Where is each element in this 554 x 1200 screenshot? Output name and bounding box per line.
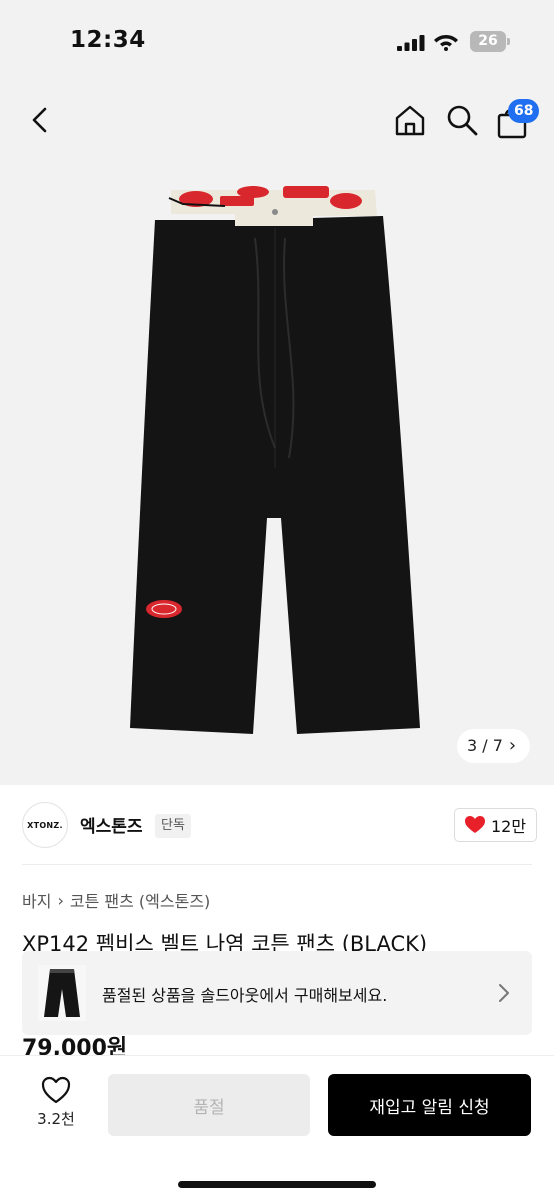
breadcrumb-separator-icon: › [57, 890, 64, 910]
heart-icon [465, 816, 485, 833]
battery-indicator: 26 [470, 31, 510, 52]
brand-logo-text: XTONZ. [27, 820, 63, 830]
product-gallery[interactable]: 68 3 / 7 › [0, 80, 554, 785]
breadcrumb-item-subcategory[interactable]: 코튼 팬츠 (엑스톤즈) [70, 888, 210, 912]
divider [22, 864, 532, 865]
brand-like-count: 12만 [491, 817, 527, 836]
status-bar: 12:34 26 [0, 0, 554, 80]
breadcrumb-item-category[interactable]: 바지 [22, 888, 51, 912]
soldout-banner[interactable]: 품절된 상품을 솔드아웃에서 구매해보세요. [22, 951, 532, 1035]
bottom-action-bar: 3.2천 품절 재입고 알림 신청 [0, 1055, 554, 1200]
cellular-signal-icon [397, 35, 425, 51]
home-indicator[interactable] [178, 1181, 376, 1188]
soldout-product-thumbnail [38, 965, 86, 1021]
wishlist-count: 3.2천 [37, 1110, 75, 1128]
chevron-right-icon: › [508, 735, 517, 756]
brand-name[interactable]: 엑스톤즈 [80, 812, 143, 837]
status-time: 12:34 [70, 27, 146, 53]
pager-text: 3 / 7 [467, 736, 503, 755]
wifi-icon [434, 35, 458, 51]
back-chevron-icon[interactable] [24, 104, 56, 136]
search-icon[interactable] [444, 102, 480, 138]
breadcrumb: 바지 › 코튼 팬츠 (엑스톤즈) [22, 888, 210, 912]
brand-logo[interactable]: XTONZ. [22, 802, 68, 848]
brand-like-button[interactable]: 12만 [454, 808, 538, 842]
cart-count-badge: 68 [508, 99, 540, 123]
wishlist-button[interactable]: 3.2천 [28, 1076, 84, 1136]
chevron-right-icon [499, 984, 509, 1002]
heart-outline-icon [41, 1076, 71, 1104]
restock-alert-button[interactable]: 재입고 알림 신청 [328, 1074, 531, 1136]
product-image [130, 186, 420, 734]
exclusive-badge: 단독 [155, 814, 191, 838]
soldout-button[interactable]: 품절 [108, 1074, 310, 1136]
soldout-banner-text: 품절된 상품을 솔드아웃에서 구매해보세요. [102, 986, 388, 1005]
battery-level: 26 [478, 33, 498, 49]
home-icon[interactable] [392, 102, 428, 138]
image-pager[interactable]: 3 / 7 › [457, 729, 531, 763]
brand-row: XTONZ. 엑스톤즈 단독 12만 [0, 802, 554, 848]
